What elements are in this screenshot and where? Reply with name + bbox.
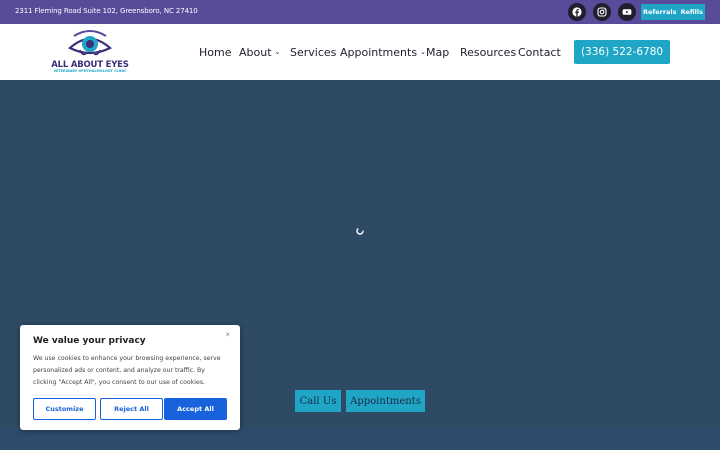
phone-button[interactable]: (336) 522-6780 xyxy=(574,40,670,64)
youtube-icon[interactable] xyxy=(618,3,636,21)
cookie-title: We value your privacy xyxy=(33,336,146,346)
nav-contact[interactable]: Contact xyxy=(518,44,561,60)
site-header: ALL ABOUT EYES VETERINARY OPHTHALMOLOGY … xyxy=(0,24,720,80)
reject-all-button[interactable]: Reject All xyxy=(100,398,163,420)
nav-appointments-label: Appointments xyxy=(340,45,418,59)
nav-about[interactable]: About ⌄ xyxy=(239,44,280,60)
loading-spinner-icon xyxy=(356,227,364,235)
site-logo[interactable]: ALL ABOUT EYES VETERINARY OPHTHALMOLOGY … xyxy=(48,28,132,76)
customize-button[interactable]: Customize xyxy=(33,398,96,420)
quick-links: Referrals Refills xyxy=(641,4,705,20)
nav-contact-label: Contact xyxy=(518,45,561,59)
refills-link[interactable]: Refills xyxy=(680,8,703,16)
address-text: 2311 Fleming Road Suite 102, Greensboro,… xyxy=(15,7,198,15)
logo-tagline: VETERINARY OPHTHALMOLOGY CLINIC xyxy=(53,69,127,73)
referrals-link[interactable]: Referrals xyxy=(643,8,677,16)
call-us-button[interactable]: Call Us xyxy=(295,390,341,412)
instagram-icon[interactable] xyxy=(593,3,611,21)
cookie-banner: We value your privacy × We use cookies t… xyxy=(20,325,240,430)
next-section xyxy=(0,427,720,450)
facebook-icon[interactable] xyxy=(568,3,586,21)
nav-map-label: Map xyxy=(426,45,450,59)
nav-about-label: About xyxy=(239,45,272,59)
accept-all-button[interactable]: Accept All xyxy=(164,398,227,420)
close-icon[interactable]: × xyxy=(225,330,230,339)
top-bar: 2311 Fleming Road Suite 102, Greensboro,… xyxy=(0,0,720,24)
nav-map[interactable]: Map xyxy=(426,44,449,60)
nav-home-label: Home xyxy=(199,45,232,59)
nav-appointments[interactable]: Appointments ⌄ xyxy=(340,44,426,60)
nav-resources-label: Resources xyxy=(460,45,517,59)
nav-services-label: Services xyxy=(290,45,337,59)
nav-home[interactable]: Home xyxy=(199,44,231,60)
cookie-text: We use cookies to enhance your browsing … xyxy=(33,355,221,386)
appointments-button[interactable]: Appointments xyxy=(346,390,425,412)
nav-services[interactable]: Services xyxy=(290,44,336,60)
chevron-down-icon: ⌄ xyxy=(274,48,281,56)
nav-resources[interactable]: Resources xyxy=(460,44,516,60)
eye-logo-icon xyxy=(68,30,112,56)
